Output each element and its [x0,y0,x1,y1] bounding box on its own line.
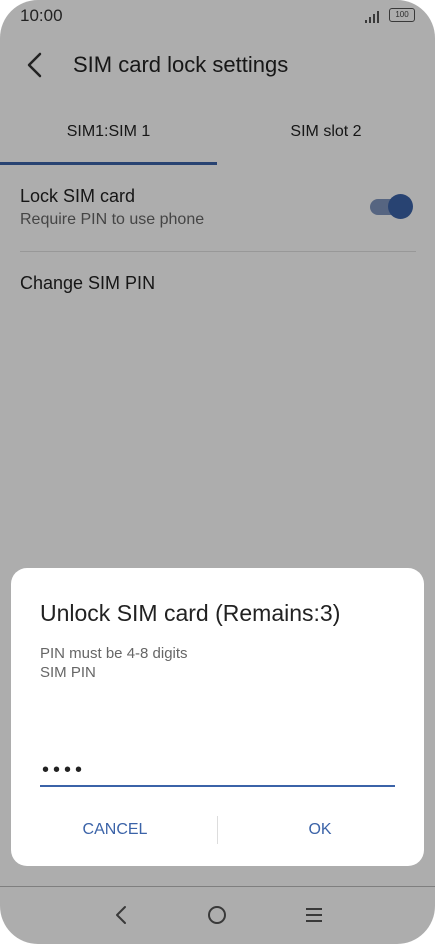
unlock-sim-dialog: Unlock SIM card (Remains:3) PIN must be … [11,568,424,866]
dialog-button-divider [217,816,218,844]
phone-frame: 10:00 100 SIM card lock settings SIM1:SI… [0,0,435,944]
dialog-title: Unlock SIM card (Remains:3) [40,600,341,626]
ok-button[interactable]: OK [235,814,405,846]
sim-pin-label: SIM PIN [40,664,96,681]
sim-pin-input[interactable] [40,755,395,787]
pin-hint: PIN must be 4-8 digits [40,645,188,662]
cancel-button[interactable]: CANCEL [31,814,199,846]
